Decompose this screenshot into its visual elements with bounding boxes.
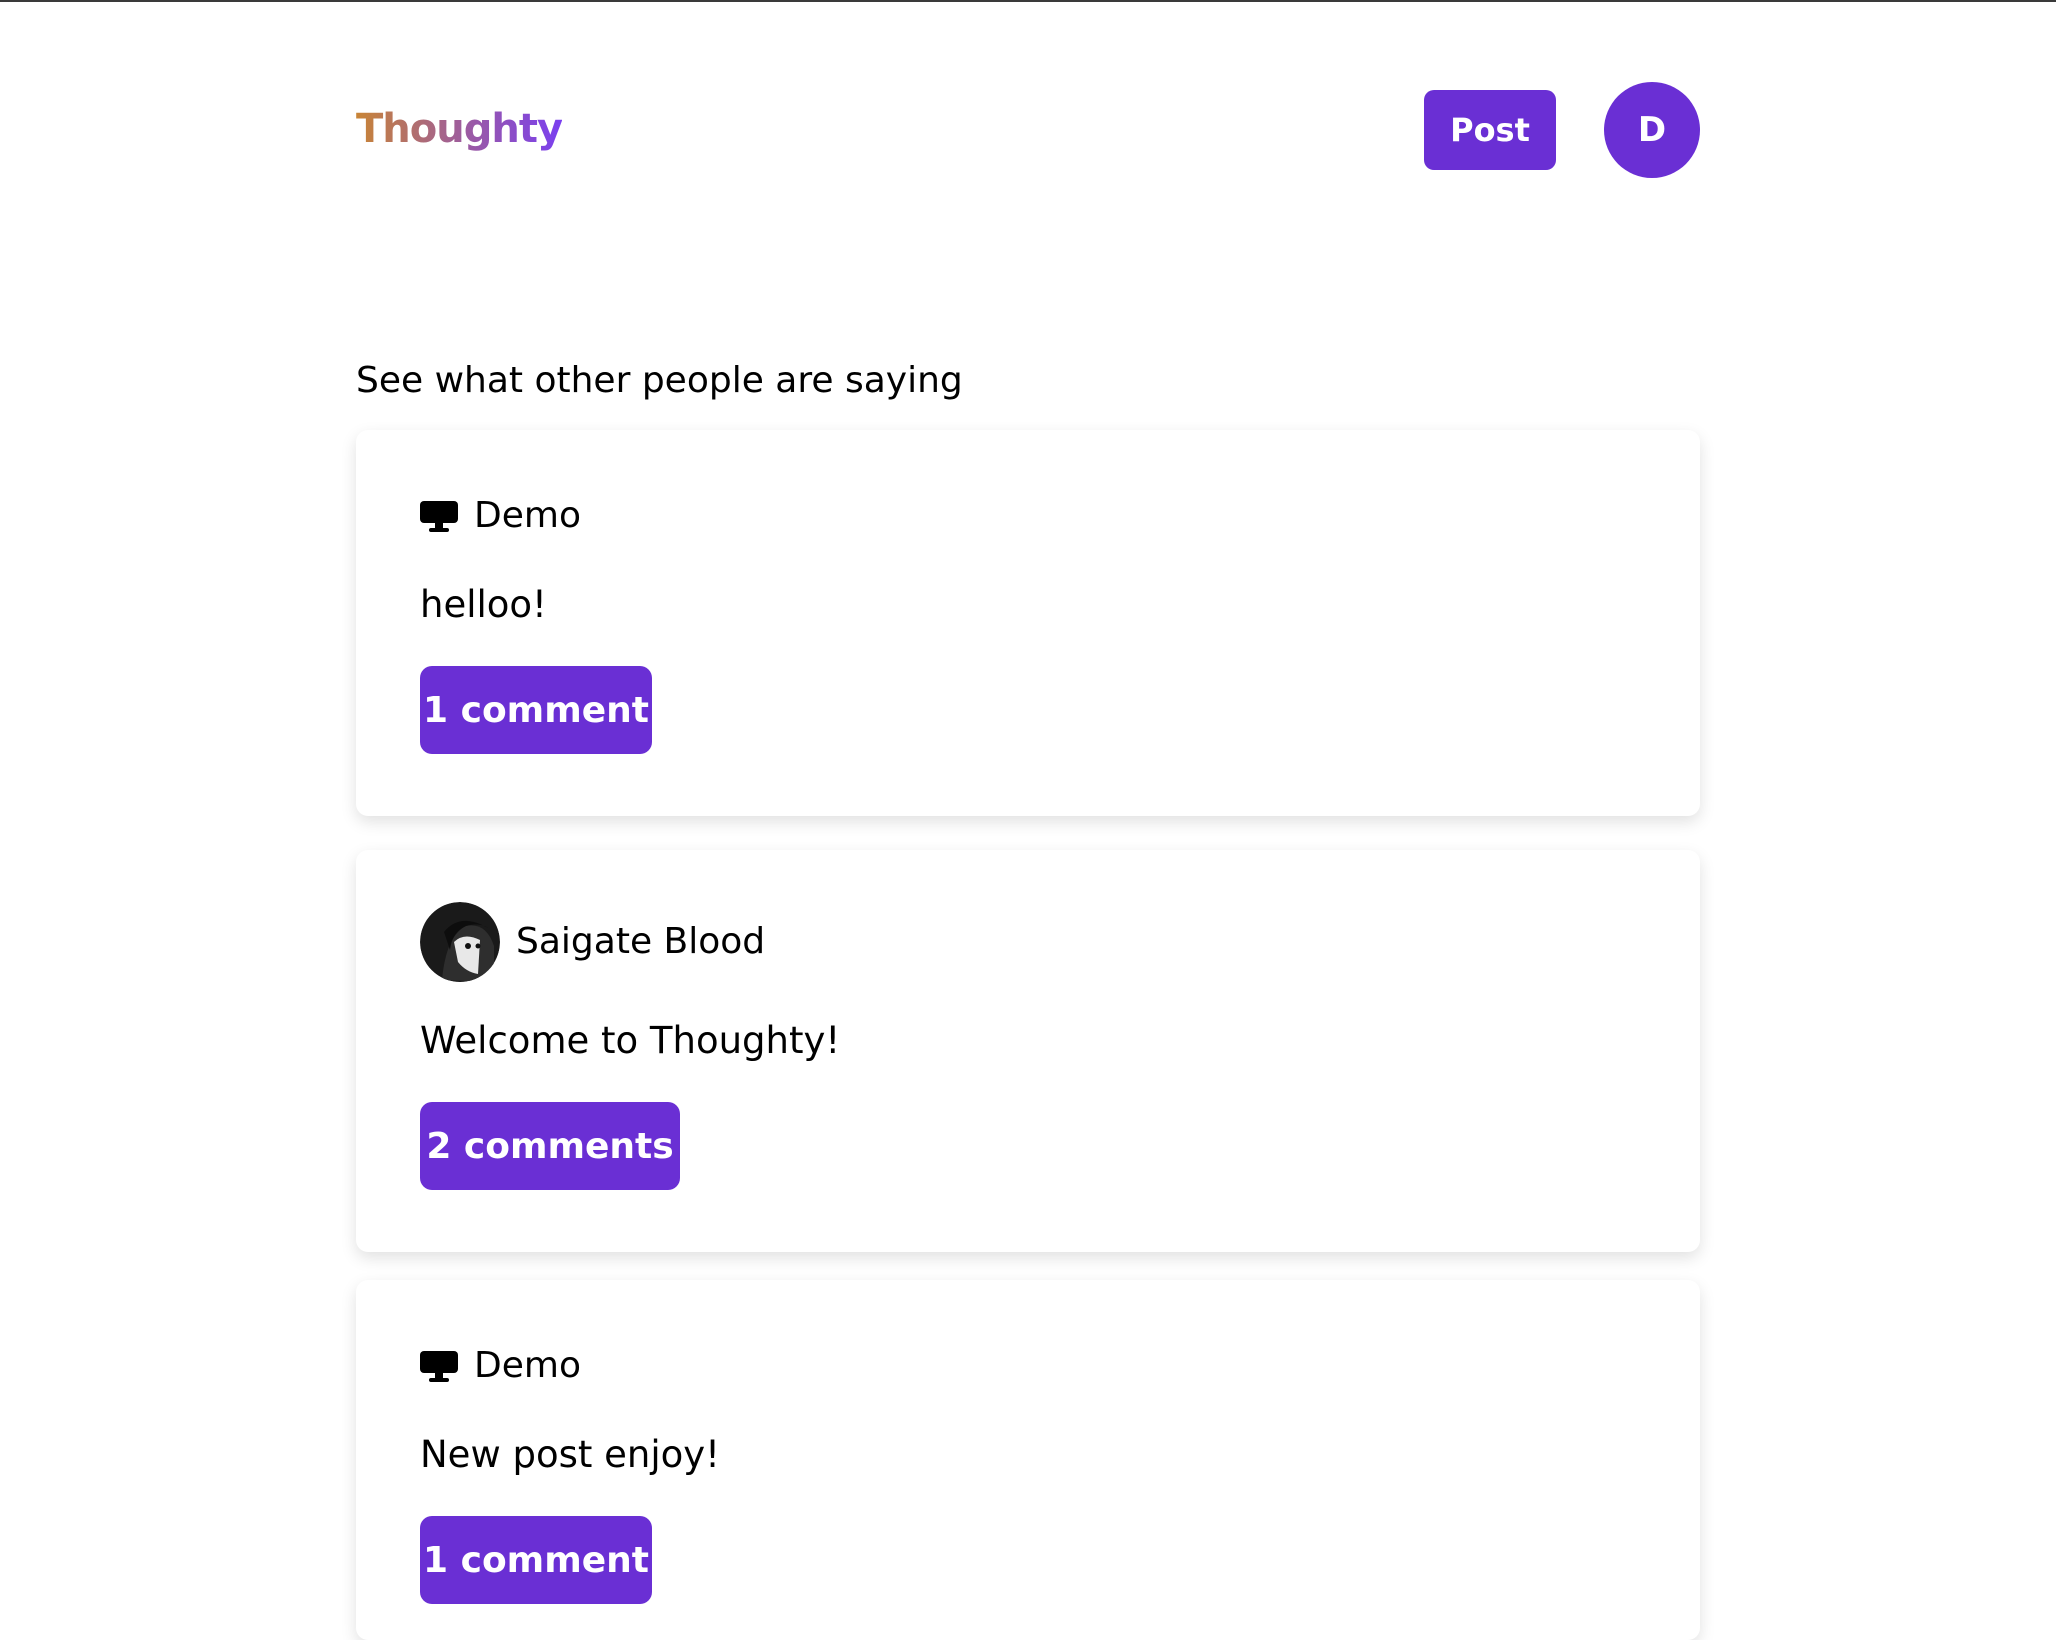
- post-button[interactable]: Post: [1424, 90, 1556, 170]
- monitor-icon: [420, 501, 458, 532]
- user-avatar: [420, 902, 500, 982]
- author-name: Demo: [474, 1345, 581, 1386]
- post-text: Welcome to Thoughty!: [420, 1019, 841, 1062]
- post-author: Saigate Blood: [420, 902, 765, 982]
- post-card: Saigate Blood Welcome to Thoughty! 2 com…: [356, 850, 1700, 1252]
- comments-button[interactable]: 2 comments: [420, 1102, 680, 1190]
- post-text: helloo!: [420, 583, 547, 626]
- user-avatar-button[interactable]: D: [1604, 82, 1700, 178]
- post-card: Demo New post enjoy! 1 comment: [356, 1280, 1700, 1640]
- app-logo[interactable]: Thoughty: [356, 103, 563, 155]
- post-author: Demo: [420, 492, 581, 540]
- post-author: Demo: [420, 1342, 581, 1390]
- comments-button[interactable]: 1 comment: [420, 1516, 652, 1604]
- monitor-icon: [420, 1351, 458, 1382]
- author-name: Demo: [474, 495, 581, 536]
- window-top-border: [0, 0, 2056, 2]
- post-text: New post enjoy!: [420, 1433, 720, 1476]
- post-card: Demo helloo! 1 comment: [356, 430, 1700, 816]
- feed-heading: See what other people are saying: [356, 360, 963, 401]
- author-name: Saigate Blood: [516, 921, 766, 962]
- comments-button[interactable]: 1 comment: [420, 666, 652, 754]
